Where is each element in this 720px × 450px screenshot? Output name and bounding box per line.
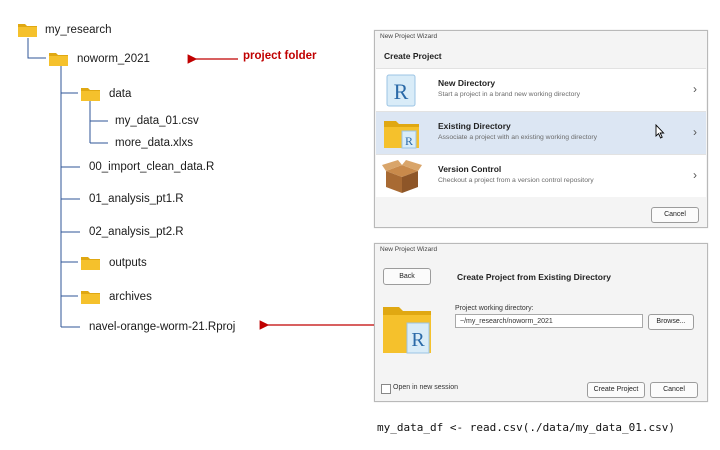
open-in-new-session-checkbox[interactable] xyxy=(381,384,391,394)
dialog-heading: Create Project xyxy=(384,51,442,61)
project-folder-annotation: project folder xyxy=(243,50,317,62)
window-title: New Project Wizard xyxy=(380,33,438,40)
svg-text:R: R xyxy=(394,79,409,104)
folder-icon: R xyxy=(384,121,419,149)
existing-directory-dialog: New Project Wizard Back Create Project f… xyxy=(374,243,708,402)
option-title: New Directory xyxy=(438,78,496,88)
option-title: Version Control xyxy=(438,164,502,174)
dialog-heading: Create Project from Existing Directory xyxy=(457,272,611,282)
code-snippet: my_data_df <- read.csv(./data/my_data_01… xyxy=(377,421,676,434)
mouse-cursor-icon xyxy=(655,124,665,139)
chevron-right-icon: › xyxy=(693,125,697,139)
r-document-icon: R xyxy=(386,74,416,107)
option-version-control[interactable]: Version Control Checkout a project from … xyxy=(376,154,706,197)
working-directory-input[interactable]: ~/my_research/noworm_2021 xyxy=(455,314,643,328)
svg-text:R: R xyxy=(411,329,425,351)
option-subtitle: Associate a project with an existing wor… xyxy=(438,134,598,141)
folder-r-icon: R xyxy=(383,307,431,354)
chevron-right-icon: › xyxy=(693,82,697,96)
cancel-button[interactable]: Cancel xyxy=(650,382,698,398)
option-subtitle: Checkout a project from a version contro… xyxy=(438,177,594,184)
new-project-wizard-dialog: New Project Wizard Create Project R New … xyxy=(374,30,708,228)
browse-button[interactable]: Browse... xyxy=(648,314,694,330)
option-subtitle: Start a project in a brand new working d… xyxy=(438,91,581,98)
package-box-icon xyxy=(382,160,422,193)
back-label: Back xyxy=(399,273,415,280)
cancel-button[interactable]: Cancel xyxy=(651,207,699,223)
option-new-directory[interactable]: R New Directory Start a project in a bra… xyxy=(376,68,706,111)
option-existing-directory[interactable]: R Existing Directory Associate a project… xyxy=(376,111,706,154)
field-label: Project working directory: xyxy=(455,305,534,312)
option-title: Existing Directory xyxy=(438,121,511,131)
create-project-button[interactable]: Create Project xyxy=(587,382,645,398)
chevron-right-icon: › xyxy=(693,168,697,182)
checkbox-label: Open in new session xyxy=(393,384,458,391)
svg-text:R: R xyxy=(405,134,413,148)
window-title: New Project Wizard xyxy=(380,246,438,253)
back-button[interactable]: Back xyxy=(383,268,431,285)
